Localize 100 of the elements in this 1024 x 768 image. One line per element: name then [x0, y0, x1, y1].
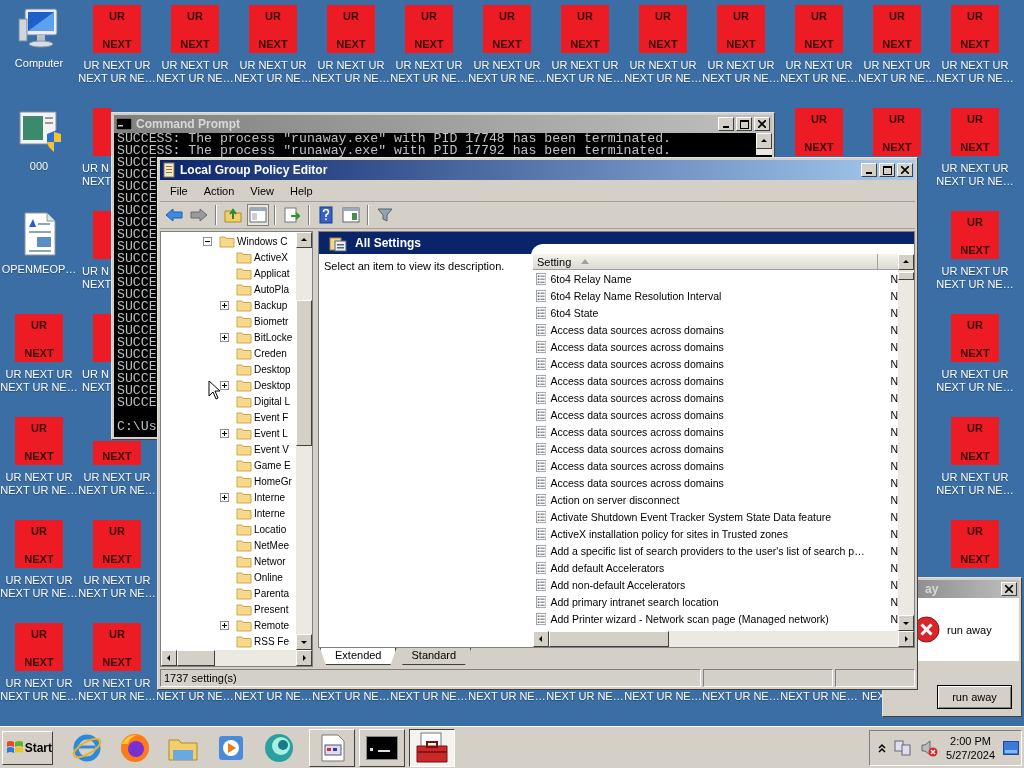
expand-button[interactable]: [220, 620, 229, 630]
network-icon[interactable]: [894, 739, 913, 756]
expand-button[interactable]: [220, 428, 229, 438]
close-button[interactable]: [754, 117, 770, 131]
setting-name[interactable]: Access data sources across domains: [550, 323, 885, 336]
shortcut-tile[interactable]: UR NEXT: [561, 5, 609, 53]
scroll-left-button[interactable]: [533, 631, 549, 647]
tree-item[interactable]: Event L: [254, 427, 288, 439]
fox-globe-icon[interactable]: [119, 731, 151, 764]
shortcut-tile[interactable]: [93, 314, 111, 362]
shortcut-tile[interactable]: UR NEXT: [873, 5, 921, 53]
maximize-button[interactable]: [736, 117, 752, 131]
setting-name[interactable]: Access data sources across domains: [550, 357, 885, 370]
shortcut-tile[interactable]: UR NEXT: [795, 5, 843, 53]
scroll-left-button[interactable]: [161, 650, 177, 666]
maximize-button[interactable]: [879, 163, 895, 177]
tree-item[interactable]: Windows C: [237, 235, 288, 247]
scrollbar[interactable]: [756, 133, 772, 155]
expand-button[interactable]: [203, 236, 212, 246]
shortcut-tile[interactable]: UR NEXT: [93, 5, 141, 53]
scroll-right-button[interactable]: [296, 650, 312, 666]
minimize-button[interactable]: [861, 163, 877, 177]
setting-name[interactable]: Access data sources across domains: [550, 442, 885, 455]
tree-item[interactable]: Creden: [254, 347, 287, 359]
show-tree-button[interactable]: [247, 204, 269, 226]
shortcut-tile[interactable]: UR NEXT: [327, 5, 375, 53]
scroll-down-button[interactable]: [898, 615, 914, 631]
tab[interactable]: Extended: [320, 648, 397, 665]
menu-item[interactable]: View: [242, 182, 282, 199]
setting-name[interactable]: Access data sources across domains: [550, 374, 885, 387]
shortcut-tile[interactable]: [93, 211, 111, 259]
scroll-right-button[interactable]: [898, 631, 914, 647]
tree-item[interactable]: Interne: [254, 491, 286, 503]
tree-item[interactable]: Interne: [254, 507, 286, 519]
computer-icon[interactable]: [17, 5, 61, 51]
scroll-down-button[interactable]: [296, 634, 312, 650]
shortcut-tile[interactable]: UR NEXT: [951, 211, 999, 259]
export-button[interactable]: [281, 204, 303, 226]
scroll-up-button[interactable]: [296, 232, 312, 248]
setting-name[interactable]: Add non-default Accelerators: [550, 578, 885, 591]
tab[interactable]: Standard: [396, 648, 472, 665]
menu-item[interactable]: Action: [195, 182, 243, 199]
tree-item[interactable]: Game E: [254, 459, 291, 471]
scrollbar[interactable]: [898, 254, 914, 631]
shortcut-tile[interactable]: NEXT: [93, 441, 141, 465]
tree-item[interactable]: Parenta: [254, 587, 290, 599]
shortcut-tile[interactable]: UR NEXT: [249, 5, 297, 53]
shortcut-tile[interactable]: UR NEXT: [951, 520, 999, 568]
setting-name[interactable]: Add default Accelerators: [550, 561, 885, 574]
clock[interactable]: 2:00 PM 5/27/2024: [946, 733, 995, 762]
setting-name[interactable]: Add primary intranet search location: [550, 595, 885, 608]
shortcut-tile[interactable]: UR NEXT: [93, 623, 141, 671]
scroll-thumb[interactable]: [296, 300, 312, 446]
shortcut-tile[interactable]: UR NEXT: [171, 5, 219, 53]
shortcut-tile[interactable]: [93, 108, 111, 156]
shortcut-tile[interactable]: UR NEXT: [717, 5, 765, 53]
tree-item[interactable]: AutoPla: [254, 283, 290, 295]
shortcut-tile[interactable]: UR NEXT: [15, 623, 63, 671]
setting-name[interactable]: Access data sources across domains: [550, 340, 885, 353]
muted-speaker-icon[interactable]: [920, 738, 939, 757]
properties-button[interactable]: [340, 204, 362, 226]
tree-item[interactable]: Remote: [254, 619, 289, 631]
globe-icon[interactable]: [263, 731, 295, 764]
tree-item[interactable]: Online: [254, 571, 283, 583]
shortcut-tile[interactable]: UR NEXT: [951, 108, 999, 156]
tree-item[interactable]: NetMee: [254, 539, 289, 551]
shortcut-tile[interactable]: UR NEXT: [15, 314, 63, 362]
setting-name[interactable]: 6to4 State: [550, 306, 885, 319]
tree-item[interactable]: BitLocke: [254, 331, 293, 343]
tree-item[interactable]: Event F: [254, 411, 289, 423]
setting-name[interactable]: Access data sources across domains: [550, 425, 885, 438]
setting-name[interactable]: Access data sources across domains: [550, 459, 885, 472]
close-button[interactable]: [897, 163, 913, 177]
scroll-up-button[interactable]: [898, 254, 914, 270]
tree-item[interactable]: Networ: [254, 555, 286, 567]
scroll-up-button[interactable]: [756, 133, 772, 149]
setting-name[interactable]: 6to4 Relay Name: [550, 272, 885, 285]
column-header[interactable]: Setting: [533, 254, 878, 270]
setting-name[interactable]: Add Printer wizard - Network scan page (Managed network): [550, 612, 885, 625]
scrollbar[interactable]: [161, 650, 312, 666]
expand-button[interactable]: [220, 380, 229, 390]
scrollbar[interactable]: [296, 232, 312, 650]
tree-item[interactable]: Digital L: [254, 395, 291, 407]
setting-name[interactable]: Access data sources across domains: [550, 408, 885, 421]
scroll-thumb[interactable]: [177, 650, 215, 666]
tree-item[interactable]: Desktop: [254, 363, 291, 375]
shortcut-tile[interactable]: UR NEXT: [483, 5, 531, 53]
menu-item[interactable]: File: [162, 182, 196, 199]
shortcut-tile[interactable]: UR NEXT: [795, 108, 843, 156]
chevron-up-icon[interactable]: [878, 742, 887, 753]
tree-item[interactable]: Applicat: [254, 267, 290, 279]
taskbar-button[interactable]: [409, 728, 455, 767]
shortcut-tile[interactable]: UR NEXT: [873, 108, 921, 156]
expand-button[interactable]: [220, 332, 229, 342]
expand-button[interactable]: [220, 492, 229, 502]
expand-button[interactable]: [220, 300, 229, 310]
scrollbar[interactable]: [533, 631, 914, 647]
tree-item[interactable]: Present: [254, 603, 289, 615]
tree-item[interactable]: Desktop: [254, 379, 291, 391]
minimize-button[interactable]: [718, 117, 734, 131]
